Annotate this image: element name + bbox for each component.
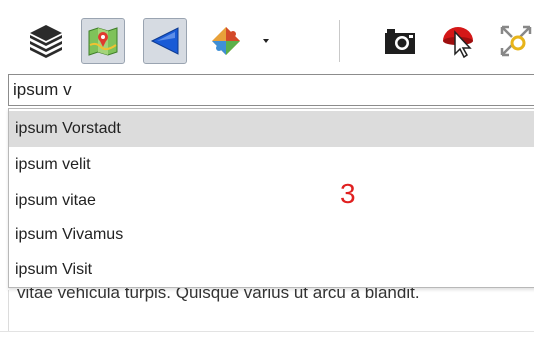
autocomplete-list: ipsum Vorstadt ipsum velit ipsum vitae i… <box>8 108 534 288</box>
layers-button[interactable] <box>24 18 68 64</box>
search-input[interactable] <box>8 74 534 106</box>
annotation-label: 3 <box>340 178 356 209</box>
map-icon <box>88 27 118 56</box>
app-root: vitae vehicula turpis. Quisque varius ut… <box>0 0 534 340</box>
identify-button[interactable] <box>436 18 480 64</box>
zoom-extent-button[interactable] <box>494 18 534 64</box>
content-divider-vertical <box>8 290 9 332</box>
toolbar <box>0 0 534 72</box>
map-button[interactable] <box>81 18 125 64</box>
puzzle-icon <box>212 27 240 55</box>
content-divider <box>0 331 534 332</box>
plugins-button[interactable] <box>200 18 252 64</box>
camera-icon <box>385 29 415 54</box>
pointer-icon <box>443 27 473 59</box>
list-item[interactable]: ipsum Visit <box>9 252 534 288</box>
layers-icon <box>30 25 62 58</box>
screenshot-button[interactable] <box>378 18 422 64</box>
toolbar-divider <box>339 20 340 62</box>
back-arrow-icon <box>150 27 179 55</box>
zoom-extent-icon <box>500 25 532 57</box>
list-item[interactable]: ipsum Vorstadt <box>9 111 534 147</box>
back-button[interactable] <box>143 18 187 64</box>
list-item[interactable]: ipsum Vivamus <box>9 217 534 253</box>
chevron-down-icon[interactable] <box>263 39 269 43</box>
list-item[interactable]: ipsum vitae <box>9 183 534 219</box>
list-item[interactable]: ipsum velit <box>9 147 534 183</box>
